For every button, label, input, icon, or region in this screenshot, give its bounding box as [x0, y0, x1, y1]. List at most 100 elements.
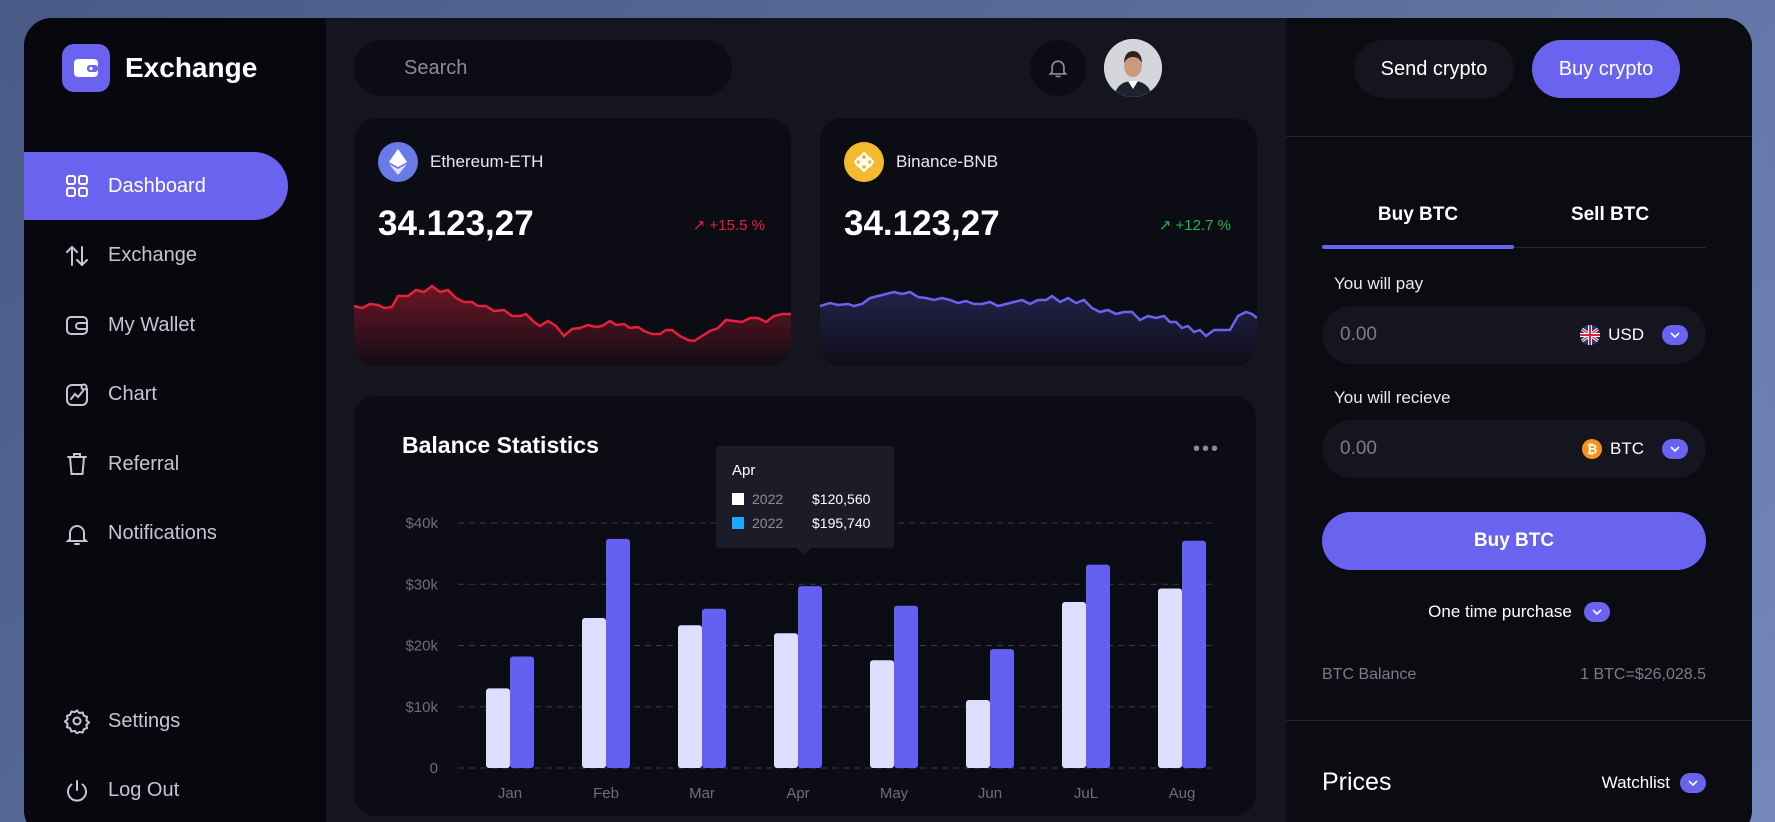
- y-tick-label: 0: [430, 760, 438, 777]
- coin-change-value: +12.7 %: [1175, 217, 1231, 234]
- receive-currency: ₿ BTC: [1582, 439, 1644, 459]
- tab-buy-btc[interactable]: Buy BTC: [1322, 204, 1514, 249]
- tooltip-value: $120,560: [812, 491, 871, 507]
- bar: [966, 700, 990, 768]
- bar: [1086, 564, 1110, 768]
- nav-item-exchange[interactable]: Exchange: [24, 222, 288, 290]
- nav-item-referral[interactable]: Referral: [24, 430, 288, 498]
- eth-sparkline: [354, 284, 791, 366]
- coin-name: Ethereum-ETH: [430, 152, 544, 171]
- bar: [486, 688, 510, 768]
- bar: [582, 617, 606, 768]
- coin-value: 34.123,27: [844, 204, 1000, 243]
- receive-label: You will recieve: [1334, 388, 1451, 407]
- tab-sell-btc[interactable]: Sell BTC: [1514, 204, 1706, 247]
- nav-item-notifications[interactable]: Notifications: [24, 500, 288, 568]
- pay-label: You will pay: [1334, 274, 1424, 293]
- notifications-button[interactable]: [1030, 40, 1086, 96]
- chevron-down-icon[interactable]: [1680, 773, 1706, 793]
- gear-icon: [64, 709, 90, 734]
- y-tick-label: $20k: [405, 638, 438, 655]
- coin-header: Ethereum-ETH: [378, 142, 543, 182]
- coin-card-eth[interactable]: Ethereum-ETH 34.123,27 ↗ +15.5 %: [354, 118, 791, 366]
- y-tick-label: $30k: [405, 576, 438, 593]
- bar: [606, 538, 630, 768]
- y-tick-label: $40k: [405, 515, 438, 532]
- coin-name: Binance-BNB: [896, 152, 999, 171]
- brand-name: Exchange: [125, 52, 258, 83]
- tooltip-year: 2022: [752, 491, 784, 507]
- pay-currency-code: USD: [1608, 325, 1644, 344]
- dashboard-icon: [66, 175, 88, 197]
- divider: [1286, 136, 1752, 137]
- bar: [702, 608, 726, 768]
- receive-amount-input[interactable]: 0.00: [1340, 438, 1582, 460]
- balance-label: BTC Balance: [1322, 666, 1417, 683]
- send-crypto-button[interactable]: Send crypto: [1354, 40, 1514, 98]
- tooltip-month: Apr: [732, 462, 756, 479]
- bar: [510, 656, 534, 768]
- brand[interactable]: Exchange: [62, 44, 257, 92]
- x-tick-label: Aug: [1169, 785, 1196, 802]
- receive-currency-code: BTC: [1610, 439, 1644, 458]
- buy-crypto-button[interactable]: Buy crypto: [1532, 40, 1680, 98]
- balance-rate: 1 BTC=$26,028.5: [1580, 666, 1706, 683]
- purchase-type-label: One time purchase: [1428, 602, 1572, 621]
- bar: [870, 660, 894, 768]
- bar: [774, 633, 798, 768]
- coin-change-value: +15.5 %: [709, 217, 765, 234]
- bar: [798, 586, 822, 768]
- ethereum-icon: [378, 142, 418, 182]
- avatar[interactable]: [1104, 39, 1162, 97]
- watchlist-label: Watchlist: [1601, 773, 1670, 792]
- trend-up-icon: ↗: [692, 217, 710, 234]
- chart-icon: [66, 383, 88, 406]
- bar: [894, 605, 918, 768]
- divider: [1286, 720, 1752, 721]
- nav-item-my-wallet[interactable]: My Wallet: [24, 291, 288, 359]
- legend-swatch: [732, 517, 744, 529]
- nav-label: Settings: [108, 709, 181, 732]
- buy-btc-button[interactable]: Buy BTC: [1322, 512, 1706, 570]
- nav-item-dashboard[interactable]: Dashboard: [24, 152, 288, 220]
- nav-item-settings[interactable]: Settings: [24, 687, 288, 755]
- search-input[interactable]: Search: [354, 40, 732, 96]
- x-tick-label: Jun: [978, 785, 1002, 802]
- bnb-sparkline: [820, 290, 1257, 366]
- app-window: Exchange Dashboard Exchange My Wallet Ch…: [24, 18, 1752, 822]
- chevron-down-icon[interactable]: [1662, 325, 1688, 345]
- nav-item-chart[interactable]: Chart: [24, 361, 288, 429]
- chevron-down-icon[interactable]: [1662, 439, 1688, 459]
- nav-label: Log Out: [108, 779, 180, 801]
- bell-icon: [1048, 60, 1068, 78]
- power-icon: [67, 779, 87, 802]
- trash-icon: [67, 453, 87, 475]
- purchase-type-select[interactable]: One time purchase: [1286, 602, 1752, 622]
- bar: [1182, 540, 1206, 768]
- search-placeholder: Search: [404, 56, 468, 79]
- watchlist-select[interactable]: Watchlist: [1602, 773, 1706, 793]
- bell-icon: [65, 524, 89, 545]
- exchange-arrows-icon: [66, 245, 88, 266]
- tooltip-row: 2022 $120,560: [732, 487, 878, 511]
- x-tick-label: May: [880, 785, 909, 802]
- sidebar-bottom-nav: Settings Log Out: [24, 687, 326, 822]
- uk-flag-icon: [1580, 325, 1601, 345]
- pay-amount-input[interactable]: 0.00: [1340, 324, 1580, 346]
- trade-tabs: Buy BTC Sell BTC: [1322, 204, 1706, 249]
- tooltip-arrow: [797, 548, 811, 555]
- nav-label: Chart: [108, 383, 157, 405]
- receive-amount-field[interactable]: 0.00 ₿ BTC: [1322, 420, 1706, 478]
- tooltip-value: $195,740: [812, 515, 871, 531]
- coin-card-bnb[interactable]: Binance-BNB 34.123,27 ↗ +12.7 %: [820, 118, 1257, 366]
- nav-item-log-out[interactable]: Log Out: [24, 757, 288, 822]
- chart-tooltip: Apr 2022 $120,560 2022 $195,740: [716, 446, 894, 555]
- trade-panel: Send crypto Buy crypto Buy BTC Sell BTC …: [1286, 18, 1752, 822]
- pay-amount-field[interactable]: 0.00 USD: [1322, 306, 1706, 364]
- chevron-down-icon[interactable]: [1583, 602, 1610, 622]
- coin-change: ↗ +15.5 %: [693, 216, 765, 234]
- binance-icon: [844, 142, 884, 182]
- coin-header: Binance-BNB: [844, 142, 998, 182]
- tooltip-year: 2022: [752, 515, 784, 531]
- bar: [1158, 588, 1182, 768]
